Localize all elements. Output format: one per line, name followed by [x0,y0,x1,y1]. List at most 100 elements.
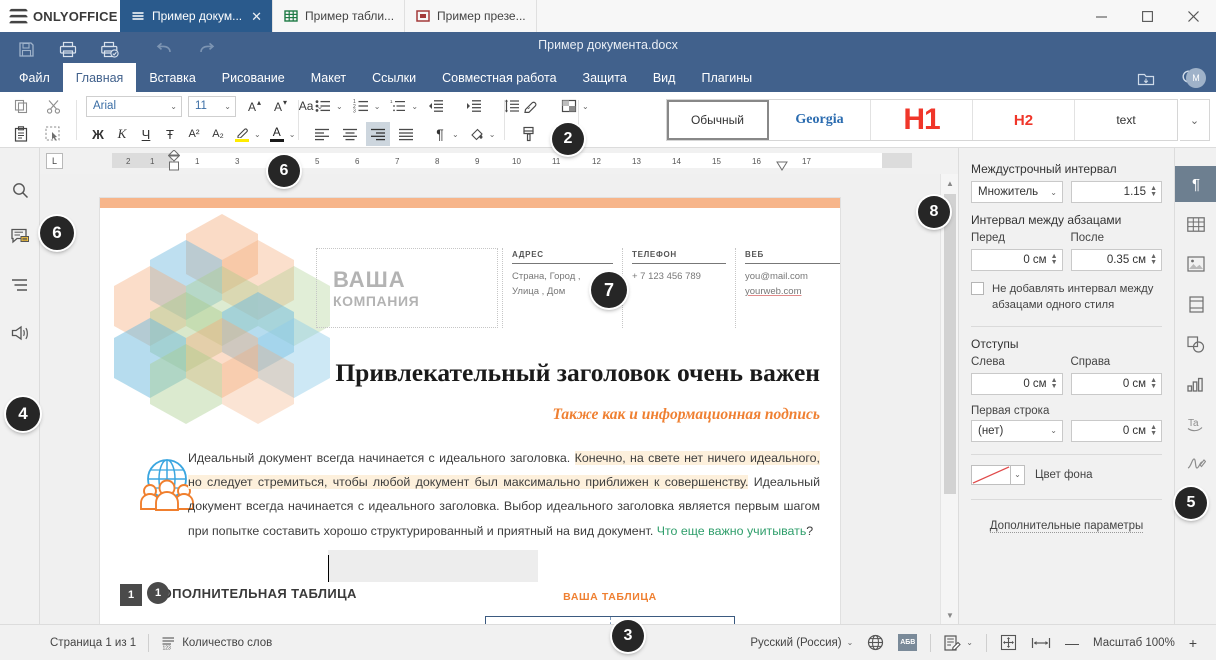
scrollbar-thumb[interactable] [944,194,956,494]
first-line-value-spinner[interactable]: 0 см ▲ ▼ [1071,419,1162,442]
bold-icon[interactable]: Ж [86,122,110,146]
align-right-icon[interactable] [366,122,390,146]
cut-icon[interactable] [40,93,66,119]
no-spacing-same-style-checkbox[interactable]: Не добавлять интервал между абзацами одн… [971,281,1162,314]
menu-tab-file[interactable]: Файл [6,63,63,92]
avatar[interactable]: M [1186,68,1206,88]
tab-stop-selector[interactable]: L [46,153,63,169]
align-left-icon[interactable] [310,122,334,146]
decrease-indent-icon[interactable] [423,93,449,119]
bullets-icon[interactable] [310,93,336,119]
vertical-scrollbar[interactable]: ▲ ▼ [940,174,958,624]
advanced-settings-link[interactable]: Дополнительные параметры [989,520,1144,533]
background-color-dropdown[interactable]: ⌄ [1011,464,1025,485]
menu-tab-home[interactable]: Главная [62,63,137,92]
select-all-icon[interactable] [40,121,66,147]
subscript-icon[interactable]: A₂ [206,122,230,146]
paragraph-settings-icon[interactable]: ¶ [1175,166,1216,202]
menu-tab-view[interactable]: Вид [640,63,689,92]
line-spacing-value-spinner[interactable]: 1.15 ▲ ▼ [1071,181,1162,203]
image-settings-icon[interactable] [1175,246,1216,282]
copy-icon[interactable] [8,93,34,119]
menu-tab-collaboration[interactable]: Совместная работа [429,63,569,92]
letterhead-block[interactable]: ВАША КОМПАНИЯ АДРЕС Страна, Город , Улиц… [316,248,840,328]
font-name-select[interactable]: Arial ⌄ [86,95,182,117]
minimize-icon[interactable] [1078,0,1124,32]
open-file-location-icon[interactable] [1126,63,1166,92]
paragraph-fill-icon[interactable] [465,122,489,146]
document-paragraph[interactable]: Идеальный документ всегда начинается с и… [188,446,820,543]
fit-width-button[interactable] [1024,632,1058,654]
zoom-level[interactable]: Масштаб 100% [1086,632,1182,654]
maximize-icon[interactable] [1124,0,1170,32]
document-page[interactable]: ВАША КОМПАНИЯ АДРЕС Страна, Город , Улиц… [100,198,840,624]
style-normal[interactable]: Обычный [667,100,769,140]
language-selector[interactable]: Русский (Россия) ⌄ [743,632,860,654]
indent-right-spinner[interactable]: 0 см ▲ ▼ [1070,372,1162,395]
header-footer-settings-icon[interactable] [1175,286,1216,322]
style-heading-2[interactable]: H2 [973,100,1075,140]
quick-print-icon[interactable] [90,36,130,62]
line-spacing-rule-select[interactable]: Множитель ⌄ [971,181,1063,203]
style-georgia[interactable]: Georgia [769,100,871,140]
document-heading[interactable]: Привлекательный заголовок очень важен [120,358,820,388]
style-heading-1[interactable]: H1 [871,100,973,140]
track-changes-button[interactable]: ⌄ [937,632,980,654]
fit-page-button[interactable] [993,632,1024,654]
spellcheck-toggle[interactable]: АБВ [891,632,924,654]
menu-tab-protection[interactable]: Защита [570,63,640,92]
text-art-settings-icon[interactable]: Ta [1175,406,1216,442]
document-tab-3[interactable]: Пример презе... [405,0,537,32]
spinner-arrows[interactable]: ▲ ▼ [1150,185,1157,198]
highlight-color-icon[interactable] [230,122,254,146]
sidebar-feedback-icon[interactable] [0,314,40,351]
website-link[interactable]: yourweb.com [745,286,802,297]
spacing-before-spinner[interactable]: 0 см ▲ ▼ [971,249,1063,271]
format-painter-icon[interactable] [516,121,542,147]
background-color-swatch[interactable] [971,464,1011,485]
spinner-arrows[interactable]: ▲ ▼ [1150,377,1157,390]
signature-settings-icon[interactable] [1175,446,1216,482]
save-icon[interactable] [6,36,46,62]
shading-icon[interactable] [556,93,582,119]
table-title[interactable]: ВАША ТАБЛИЦА [450,591,770,603]
font-color-icon[interactable]: A [265,122,289,146]
shape-settings-icon[interactable] [1175,326,1216,362]
horizontal-ruler[interactable]: 2 1 1 3 4 5 6 7 8 9 10 11 12 13 14 15 16… [112,150,912,171]
spacing-after-spinner[interactable]: 0.35 см ▲ ▼ [1070,249,1162,271]
set-language-icon[interactable] [860,632,891,654]
undo-icon[interactable] [144,36,184,62]
spinner-arrows[interactable]: ▲ ▼ [1150,424,1157,437]
font-size-select[interactable]: 11 ⌄ [188,95,236,117]
chart-settings-icon[interactable] [1175,366,1216,402]
section-title[interactable]: ДОПОЛНИТЕЛЬНАЯ ТАБЛИЦА [152,583,382,604]
nonprinting-chars-icon[interactable]: ¶ [428,122,452,146]
sidebar-headings-icon[interactable] [0,266,40,303]
checkbox-box[interactable] [971,282,984,295]
spinner-arrows[interactable]: ▲ ▼ [1051,377,1058,390]
paste-icon[interactable] [8,121,34,147]
scroll-up-icon[interactable]: ▲ [941,174,959,192]
underline-icon[interactable]: Ч [134,122,158,146]
spinner-arrows[interactable]: ▲ ▼ [1051,253,1058,266]
align-center-icon[interactable] [338,122,362,146]
italic-icon[interactable]: К [110,122,134,146]
sidebar-comments-icon[interactable] [0,218,40,255]
document-tab-1[interactable]: Пример докум... ✕ [120,0,274,32]
menu-tab-layout[interactable]: Макет [298,63,359,92]
menu-tab-draw[interactable]: Рисование [209,63,298,92]
page-count[interactable]: Страница 1 из 1 [38,632,148,654]
word-count[interactable]: 123 Количество слов [149,632,284,654]
menu-tab-insert[interactable]: Вставка [136,63,208,92]
increase-font-icon[interactable]: A ▴ [242,93,268,119]
first-line-rule-select[interactable]: (нет) ⌄ [971,419,1063,442]
increase-indent-icon[interactable] [461,93,487,119]
spinner-arrows[interactable]: ▲ ▼ [1150,253,1157,266]
ruler[interactable]: L 2 1 1 3 4 5 6 7 8 9 10 11 12 13 14 15 … [40,148,958,174]
redo-icon[interactable] [186,36,226,62]
sidebar-search-icon[interactable] [0,172,40,209]
numbering-icon[interactable]: 123 [348,93,374,119]
strikethrough-icon[interactable]: Ŧ [158,122,182,146]
style-gallery-expand[interactable]: ⌄ [1180,99,1210,141]
multilevel-list-icon[interactable]: 1 [385,93,411,119]
